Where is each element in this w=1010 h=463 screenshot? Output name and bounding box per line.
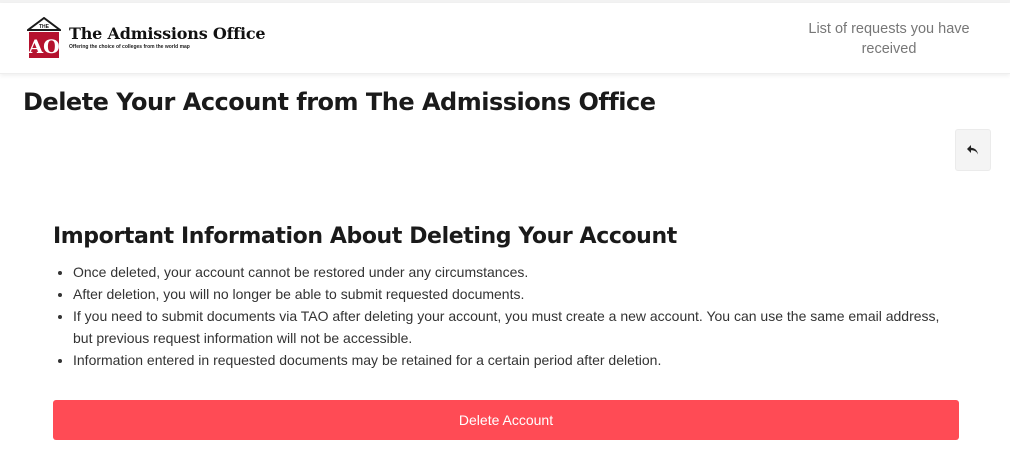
back-button[interactable] <box>955 129 991 171</box>
requests-received-link[interactable]: List of requests you have received <box>804 19 974 59</box>
delete-account-button[interactable]: Delete Account <box>53 400 959 440</box>
site-header: THE AO The Admissions Office Offering th… <box>0 3 1010 74</box>
logo-text-group: The Admissions Office Offering the choic… <box>69 24 266 51</box>
site-logo[interactable]: THE AO The Admissions Office Offering th… <box>27 17 266 59</box>
logo-mark-large-text: AO <box>27 36 59 58</box>
logo-mark-small-text: THE <box>39 24 50 30</box>
info-list-item: After deletion, you will no longer be ab… <box>73 283 953 305</box>
info-list-item: Once deleted, your account cannot be res… <box>73 261 953 283</box>
info-section-title: Important Information About Deleting You… <box>53 224 677 249</box>
logo-mark-icon: THE AO <box>27 17 61 58</box>
page-title: Delete Your Account from The Admissions … <box>23 88 656 116</box>
logo-title: The Admissions Office <box>69 24 266 43</box>
info-list: Once deleted, your account cannot be res… <box>53 261 953 371</box>
info-list-item: If you need to submit documents via TAO … <box>73 305 953 349</box>
reply-arrow-icon <box>967 145 978 155</box>
info-list-item: Information entered in requested documen… <box>73 349 953 371</box>
logo-tagline: Offering the choice of colleges from the… <box>69 44 190 50</box>
